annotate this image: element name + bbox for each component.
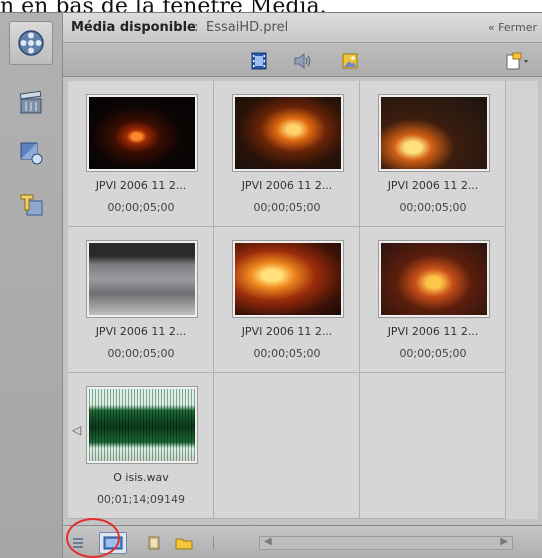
- view-bar: ◀ ▶: [63, 525, 542, 558]
- media-item[interactable]: JPVI 2006 11 2... 00;00;05;00: [360, 81, 506, 227]
- sidebar-item-media[interactable]: [9, 21, 53, 65]
- media-thumbnail: [379, 241, 489, 317]
- filter-toolbar: [63, 44, 542, 77]
- film-small-icon: [148, 536, 160, 550]
- media-duration: 00;00;05;00: [253, 201, 321, 214]
- show-video-button[interactable]: [248, 50, 270, 72]
- show-audio-button[interactable]: [292, 50, 314, 72]
- sidebar-item-effects[interactable]: [9, 131, 53, 175]
- empty-cell: [214, 373, 360, 519]
- media-name: JPVI 2006 11 2...: [241, 179, 333, 192]
- media-thumbnail: [379, 95, 489, 171]
- media-item[interactable]: JPVI 2006 11 2... 00;00;05;00: [214, 227, 360, 373]
- media-item[interactable]: JPVI 2006 11 2... 00;00;05;00: [68, 81, 214, 227]
- media-thumbnail: [233, 241, 343, 317]
- folder-icon: [175, 538, 193, 550]
- view-divider: [203, 532, 225, 554]
- media-main: Média disponible : EssaiHD.prel « Fermer: [62, 13, 542, 558]
- horizontal-scrollbar[interactable]: ◀ ▶: [259, 536, 513, 550]
- scroll-right-icon[interactable]: ▶: [500, 536, 508, 547]
- divider-icon: [213, 537, 214, 549]
- media-duration: 00;00;05;00: [399, 201, 467, 214]
- film-toggle-button[interactable]: [143, 532, 165, 554]
- media-duration: 00;00;05;00: [253, 347, 321, 360]
- film-icon: [251, 52, 267, 70]
- speaker-icon: [294, 52, 311, 70]
- media-duration: 00;00;05;00: [399, 347, 467, 360]
- highlight-circle: [66, 518, 120, 558]
- folder-clapper-icon: [19, 90, 42, 114]
- new-item-icon: [506, 52, 528, 70]
- audio-waveform-thumbnail: [87, 387, 197, 463]
- media-item[interactable]: JPVI 2006 11 2... 00;00;05;00: [214, 81, 360, 227]
- media-name: JPVI 2006 11 2...: [387, 325, 479, 338]
- media-item[interactable]: JPVI 2006 11 2... 00;00;05;00: [68, 227, 214, 373]
- scroll-left-icon[interactable]: ◀: [264, 536, 272, 547]
- show-images-button[interactable]: [339, 50, 361, 72]
- media-grid: JPVI 2006 11 2... 00;00;05;00 JPVI 2006 …: [68, 81, 538, 519]
- close-button[interactable]: « Fermer: [488, 21, 537, 34]
- folder-button[interactable]: [173, 532, 195, 554]
- audio-marker-icon: ◁: [72, 423, 82, 437]
- empty-cell: [360, 373, 506, 519]
- media-name: JPVI 2006 11 2...: [387, 179, 479, 192]
- panel-titlebar: Média disponible : EssaiHD.prel « Fermer: [63, 13, 542, 43]
- title-icon: [20, 194, 43, 216]
- media-duration: 00;00;05;00: [107, 201, 175, 214]
- media-panel: Média disponible : EssaiHD.prel « Fermer: [0, 12, 542, 558]
- media-name: JPVI 2006 11 2...: [95, 325, 187, 338]
- project-filename: EssaiHD.prel: [206, 20, 289, 35]
- film-reel-icon: [18, 30, 44, 56]
- sidebar-item-titles[interactable]: [9, 183, 53, 227]
- effects-icon: [20, 142, 43, 165]
- media-name: O isis.wav: [113, 471, 169, 484]
- sidebar-item-themes[interactable]: [9, 81, 53, 125]
- media-thumbnail: [87, 95, 197, 171]
- media-name: JPVI 2006 11 2...: [95, 179, 187, 192]
- media-item-audio[interactable]: ◁ O isis.wav 00;01;14;09149: [68, 373, 214, 519]
- sidebar: [0, 13, 62, 558]
- media-duration: 00;00;05;00: [107, 347, 175, 360]
- media-name: JPVI 2006 11 2...: [241, 325, 333, 338]
- new-item-button[interactable]: [503, 50, 533, 72]
- media-duration: 00;01;14;09149: [96, 493, 186, 506]
- media-thumbnail: [87, 241, 197, 317]
- image-icon: [342, 53, 358, 69]
- title-separator: :: [194, 20, 199, 35]
- media-item[interactable]: JPVI 2006 11 2... 00;00;05;00: [360, 227, 506, 373]
- media-thumbnail: [233, 95, 343, 171]
- panel-title: Média disponible: [71, 20, 196, 35]
